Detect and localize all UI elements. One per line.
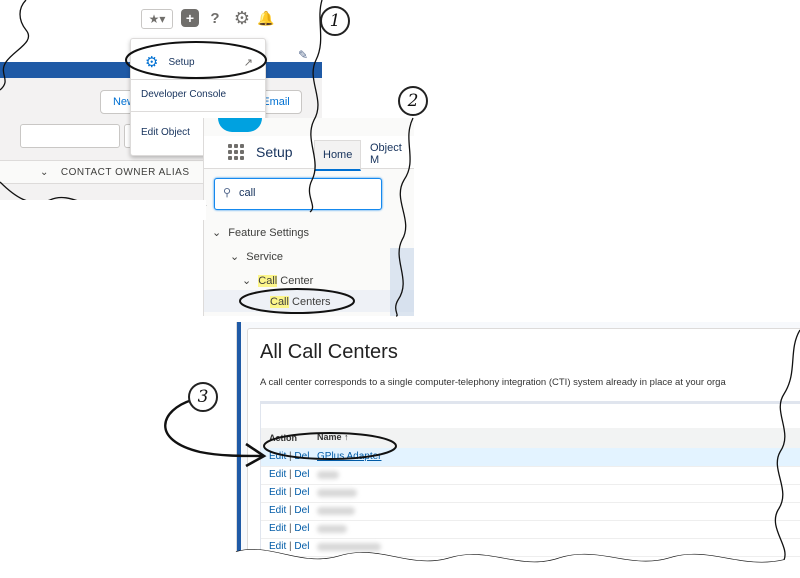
callout-number: 2: [398, 86, 428, 116]
torn-edge: [308, 0, 323, 213]
annotation-overlay: [0, 0, 800, 578]
torn-edge-fill: [236, 549, 800, 578]
highlight-ellipse: [125, 41, 267, 79]
callout-number: 3: [188, 382, 218, 412]
torn-edge: [0, 0, 26, 60]
torn-edge: [774, 329, 800, 561]
torn-edge-fill: [0, 200, 206, 220]
highlight-ellipse: [263, 432, 397, 460]
callout-number: 1: [320, 6, 350, 36]
pointer-arrow: [164, 398, 263, 458]
torn-edge: [395, 117, 414, 317]
highlight-ellipse: [239, 288, 355, 314]
